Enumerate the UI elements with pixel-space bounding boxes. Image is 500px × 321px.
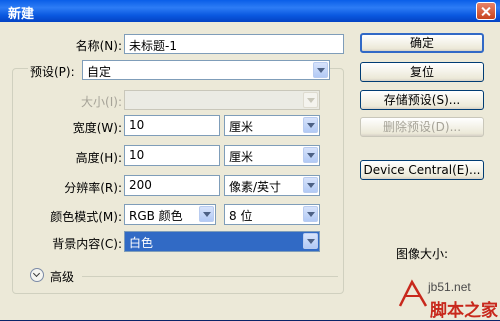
reset-button[interactable]: 复位 (360, 62, 484, 82)
name-label: 名称(N): (75, 39, 122, 53)
background-label: 背景内容(C): (52, 237, 122, 251)
save-preset-button[interactable]: 存储预设(S)... (360, 90, 484, 110)
chevron-down-icon (199, 206, 214, 222)
chevron-down-icon (303, 206, 318, 222)
chevron-down-icon (303, 177, 318, 193)
width-unit-value: 厘米 (229, 120, 254, 134)
resolution-value: 200 (129, 178, 152, 192)
watermark-logo-icon (398, 279, 428, 307)
size-select (124, 90, 320, 110)
width-input[interactable]: 10 (124, 115, 220, 136)
width-label: 宽度(W): (72, 121, 122, 135)
background-value: 白色 (129, 236, 154, 250)
name-input[interactable]: 未标题-1 (124, 34, 344, 54)
preset-value: 自定 (87, 65, 112, 79)
color-mode-value: RGB 颜色 (129, 209, 183, 223)
bit-depth-value: 8 位 (229, 209, 253, 223)
name-value: 未标题-1 (129, 39, 177, 53)
resolution-label: 分辨率(R): (64, 181, 122, 195)
close-icon[interactable] (476, 2, 496, 20)
bit-depth-select[interactable]: 8 位 (224, 204, 320, 225)
width-value: 10 (129, 118, 145, 132)
chevron-down-icon (303, 92, 318, 108)
delete-preset-button: 删除预设(D)... (360, 117, 484, 137)
resolution-unit-value: 像素/英寸 (229, 180, 282, 194)
height-label: 高度(H): (75, 151, 122, 165)
preset-label: 预设(P): (28, 63, 82, 80)
image-size-label: 图像大小: (396, 247, 449, 261)
chevron-down-icon (313, 62, 328, 78)
device-central-button[interactable]: Device Central(E)... (360, 160, 484, 180)
title-bar[interactable]: 新建 (0, 0, 500, 22)
new-document-dialog: 新建 名称(N): 未标题-1 预设(P): 自定 大小(I): 宽度(W): … (0, 0, 500, 321)
width-unit-select[interactable]: 厘米 (224, 115, 320, 136)
chevron-down-icon (303, 117, 318, 133)
height-input[interactable]: 10 (124, 145, 220, 166)
divider (82, 276, 338, 277)
expand-icon[interactable] (30, 268, 44, 282)
background-select[interactable]: 白色 (124, 231, 320, 252)
height-unit-value: 厘米 (229, 150, 254, 164)
color-mode-select[interactable]: RGB 颜色 (124, 204, 216, 225)
chevron-down-icon (303, 233, 318, 249)
watermark-site: jb51.net (428, 280, 471, 294)
resolution-input[interactable]: 200 (124, 175, 220, 196)
size-label: 大小(I): (81, 95, 122, 109)
dialog-title: 新建 (8, 7, 35, 22)
color-mode-label: 颜色模式(M): (50, 210, 122, 224)
height-unit-select[interactable]: 厘米 (224, 145, 320, 166)
preset-select[interactable]: 自定 (82, 60, 330, 80)
ok-button[interactable]: 确定 (360, 33, 484, 53)
chevron-down-icon (303, 147, 318, 163)
height-value: 10 (129, 148, 145, 162)
resolution-unit-select[interactable]: 像素/英寸 (224, 175, 320, 196)
watermark-brand: 脚本之家 (430, 301, 498, 321)
advanced-label[interactable]: 高级 (50, 268, 74, 285)
